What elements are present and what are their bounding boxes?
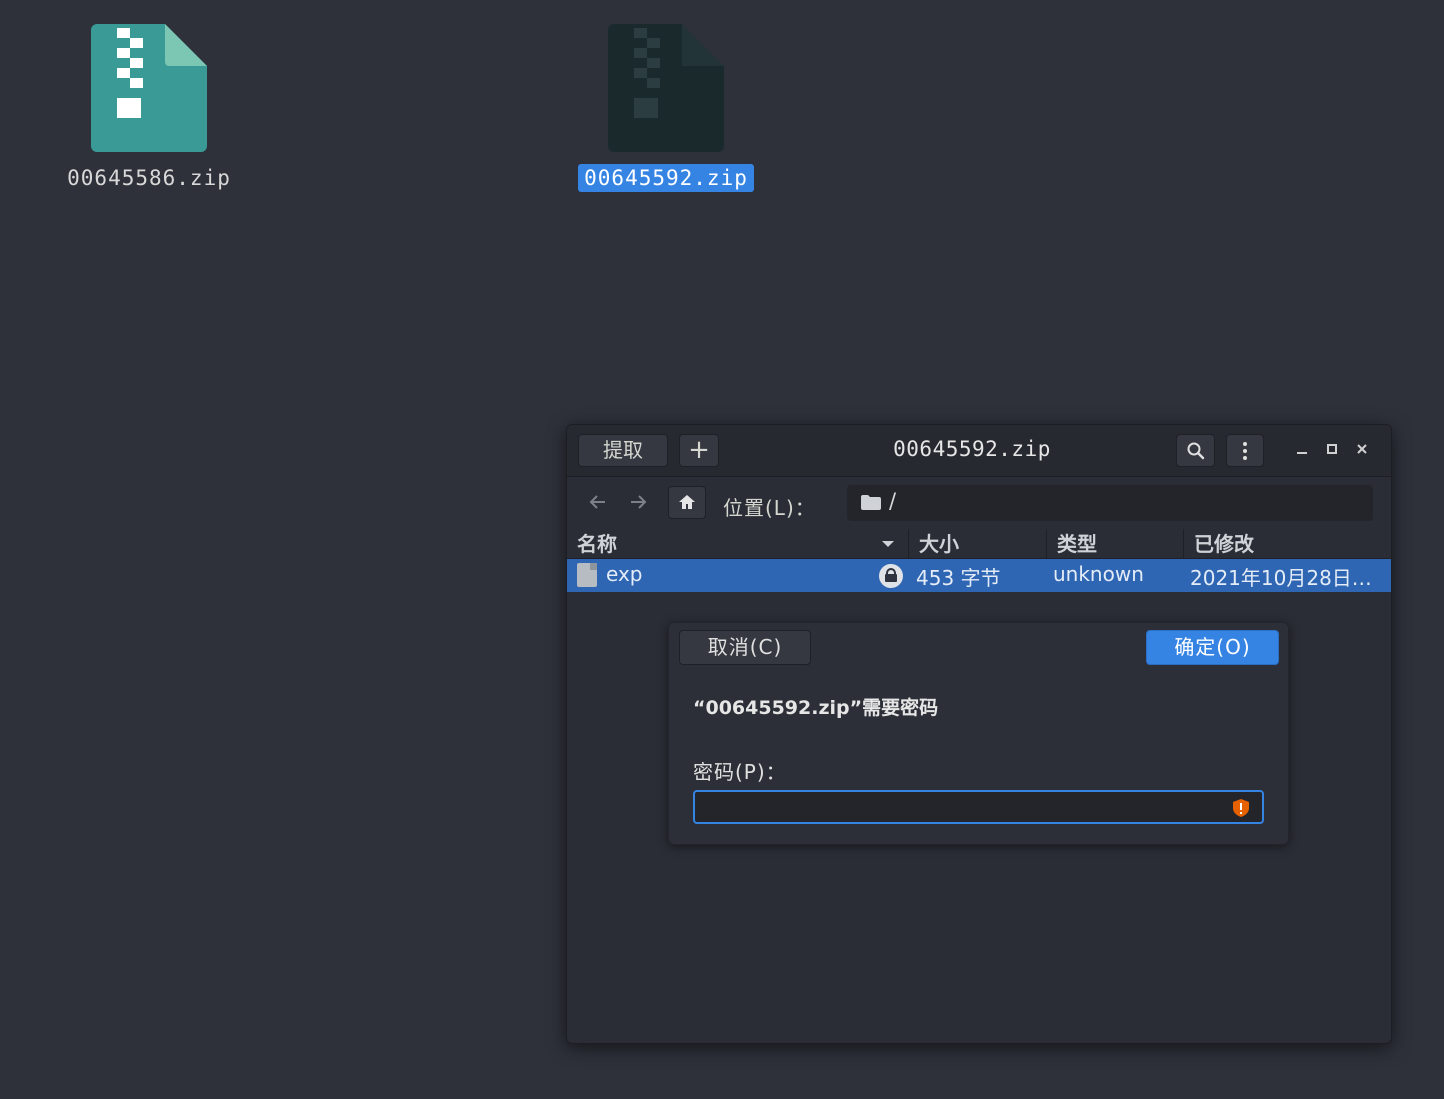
column-header-name-label: 名称 bbox=[577, 532, 617, 556]
password-dialog: 取消(C) 确定(O) “00645592.zip”需要密码 密码(P)： bbox=[668, 622, 1289, 845]
close-button[interactable] bbox=[1351, 439, 1373, 461]
kebab-menu-icon bbox=[1243, 442, 1247, 460]
search-button[interactable] bbox=[1176, 434, 1215, 467]
password-label: 密码(P)： bbox=[693, 760, 787, 784]
desktop: 00645586.zip 00645592.zip 提取 + 00645592.… bbox=[0, 0, 1444, 1099]
file-icon bbox=[577, 563, 597, 587]
desktop-file-00645586[interactable]: 00645586.zip bbox=[49, 24, 249, 192]
add-files-button[interactable]: + bbox=[679, 434, 719, 467]
desktop-file-label-selected[interactable]: 00645592.zip bbox=[578, 164, 754, 192]
extract-button[interactable]: 提取 bbox=[578, 434, 668, 467]
folder-icon bbox=[861, 495, 881, 510]
zip-file-icon bbox=[608, 24, 724, 152]
maximize-button[interactable] bbox=[1321, 439, 1343, 461]
lock-icon bbox=[879, 564, 903, 588]
desktop-file-00645592[interactable]: 00645592.zip bbox=[566, 24, 766, 192]
desktop-file-label[interactable]: 00645586.zip bbox=[61, 164, 237, 192]
location-path: / bbox=[889, 489, 897, 513]
table-row[interactable]: exp 453 字节 unknown 2021年10月28日… bbox=[567, 559, 1391, 592]
arrow-right-icon bbox=[631, 495, 647, 509]
row-size: 453 字节 bbox=[916, 566, 1001, 590]
column-header-type[interactable]: 类型 bbox=[1046, 529, 1183, 559]
row-name: exp bbox=[606, 562, 643, 586]
row-type: unknown bbox=[1053, 562, 1144, 586]
location-bar: 位置(L)： / bbox=[567, 477, 1391, 529]
search-icon bbox=[1187, 442, 1204, 460]
minimize-icon bbox=[1297, 452, 1307, 454]
forward-button[interactable] bbox=[619, 486, 657, 519]
cancel-button[interactable]: 取消(C) bbox=[679, 630, 811, 665]
column-header-size[interactable]: 大小 bbox=[908, 529, 1045, 559]
row-modified: 2021年10月28日… bbox=[1190, 566, 1372, 590]
column-headers: 名称 大小 类型 已修改 bbox=[567, 529, 1391, 559]
column-header-name[interactable]: 名称 bbox=[567, 529, 907, 559]
location-label: 位置(L)： bbox=[723, 496, 816, 520]
sort-descending-icon bbox=[882, 541, 894, 547]
home-button[interactable] bbox=[668, 486, 706, 519]
minimize-button[interactable] bbox=[1291, 439, 1313, 461]
close-icon bbox=[1357, 444, 1367, 454]
dialog-message: “00645592.zip”需要密码 bbox=[693, 697, 939, 719]
home-icon bbox=[679, 495, 695, 509]
zip-file-icon bbox=[91, 24, 207, 152]
caps-warning-shield-icon bbox=[1233, 799, 1249, 817]
maximize-icon bbox=[1327, 444, 1337, 454]
ok-button[interactable]: 确定(O) bbox=[1146, 630, 1279, 665]
titlebar: 提取 + 00645592.zip bbox=[567, 425, 1391, 477]
menu-button[interactable] bbox=[1226, 434, 1264, 467]
location-path-field[interactable]: / bbox=[847, 485, 1373, 521]
password-input[interactable] bbox=[693, 790, 1264, 824]
window-title: 00645592.zip bbox=[893, 437, 1051, 461]
column-header-modified[interactable]: 已修改 bbox=[1183, 529, 1391, 559]
back-button[interactable] bbox=[579, 486, 617, 519]
arrow-left-icon bbox=[589, 495, 605, 509]
